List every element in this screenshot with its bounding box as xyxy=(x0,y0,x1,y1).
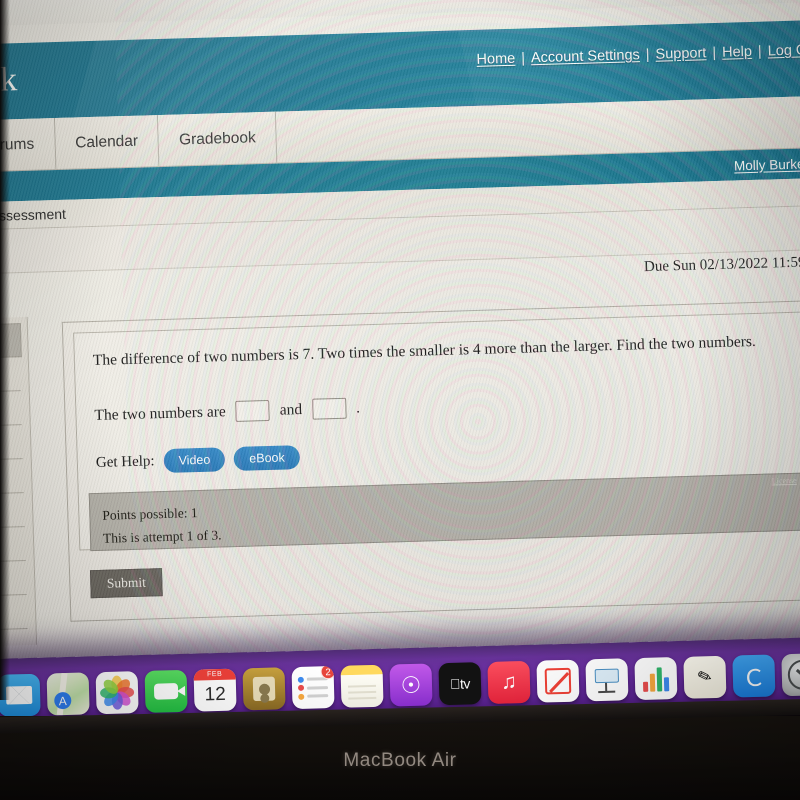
browser-page: ork Home|Account Settings|Support|Help|L… xyxy=(0,1,800,687)
license-link[interactable]: License xyxy=(772,476,797,486)
dock-icon-app-store[interactable]: Ｃ xyxy=(732,654,776,698)
answer-input-2[interactable] xyxy=(311,397,347,420)
dock-icon-keynote[interactable] xyxy=(585,658,629,702)
dock-icon-calendar[interactable]: FEB 12 xyxy=(193,668,237,712)
dock-icon-iwork[interactable]: ✎ xyxy=(683,655,727,699)
nav-separator: | xyxy=(521,50,526,67)
tab-gradebook[interactable]: Gradebook xyxy=(158,111,278,167)
reminders-badge: 2 xyxy=(320,665,335,680)
dock-icon-maps[interactable]: A xyxy=(46,672,90,716)
due-date: Due Sun 02/13/2022 11:59 pm xyxy=(643,254,800,276)
nav-separator: | xyxy=(712,44,717,62)
photo-of-laptop-screen: ork Home|Account Settings|Support|Help|L… xyxy=(0,0,800,800)
nav-separator: | xyxy=(757,43,762,60)
tab-label: Gradebook xyxy=(178,128,256,148)
dock-icon-podcasts[interactable]: ☉ xyxy=(389,663,433,707)
nav-link-help[interactable]: Help xyxy=(721,44,753,61)
top-nav-links: Home | Account Settings | Support | Help | Log O… xyxy=(475,42,800,68)
nav-link-home[interactable]: Home xyxy=(475,51,516,68)
dock-icon-numbers[interactable] xyxy=(634,657,678,701)
get-help-label: Get Help: xyxy=(95,452,155,471)
apple-tv-label: tv xyxy=(454,675,470,692)
dock-icon-reminders[interactable]: 2 xyxy=(291,665,335,710)
dock-icon-contacts[interactable] xyxy=(242,667,286,711)
question-text: The difference of two numbers is 7. Two … xyxy=(92,332,757,370)
nav-separator: | xyxy=(645,46,650,63)
dock-icon-pages[interactable] xyxy=(536,659,580,703)
answer-row: The two numbers are and . xyxy=(94,397,360,426)
video-help-button[interactable]: Video xyxy=(163,447,226,474)
dock-icon-notes[interactable] xyxy=(340,664,384,708)
get-help-row: Get Help: Video eBook xyxy=(96,445,301,475)
dock-icon-facetime[interactable] xyxy=(144,669,188,713)
nav-link-account-settings[interactable]: Account Settings xyxy=(530,47,641,66)
answer-prefix-label: The two numbers are xyxy=(94,402,226,424)
assessment-card: The difference of two numbers is 7. Two … xyxy=(61,300,800,622)
dock-icon-music[interactable]: ♫ xyxy=(487,660,531,704)
nav-link-log-out[interactable]: Log Out xyxy=(766,42,800,60)
tab-calendar[interactable]: Calendar xyxy=(54,115,160,170)
question-panel: The difference of two numbers is 7. Two … xyxy=(73,311,800,552)
dock-icon-safari[interactable] xyxy=(781,653,800,697)
dock-icon-apple-tv[interactable]: tv xyxy=(438,662,482,706)
calendar-day: 12 xyxy=(204,683,227,706)
laptop-screen: ork Home|Account Settings|Support|Help|L… xyxy=(0,0,800,687)
photo-left-edge xyxy=(0,0,10,700)
nav-link-support[interactable]: Support xyxy=(654,45,707,63)
laptop-bezel: MacBook Air xyxy=(0,698,800,800)
answer-conjunction-label: and xyxy=(279,400,303,419)
points-panel: License Points possible: 1 This is attem… xyxy=(88,472,800,552)
answer-period: . xyxy=(355,398,361,416)
answer-input-1[interactable] xyxy=(235,399,271,422)
submit-button[interactable]: Submit xyxy=(89,568,163,599)
ebook-help-button[interactable]: eBook xyxy=(233,445,301,471)
tab-label: Calendar xyxy=(74,132,139,151)
dock-icon-photos[interactable] xyxy=(95,671,139,715)
user-name-link[interactable]: Molly Burke xyxy=(734,156,800,173)
macbook-air-label: MacBook Air xyxy=(343,750,457,771)
